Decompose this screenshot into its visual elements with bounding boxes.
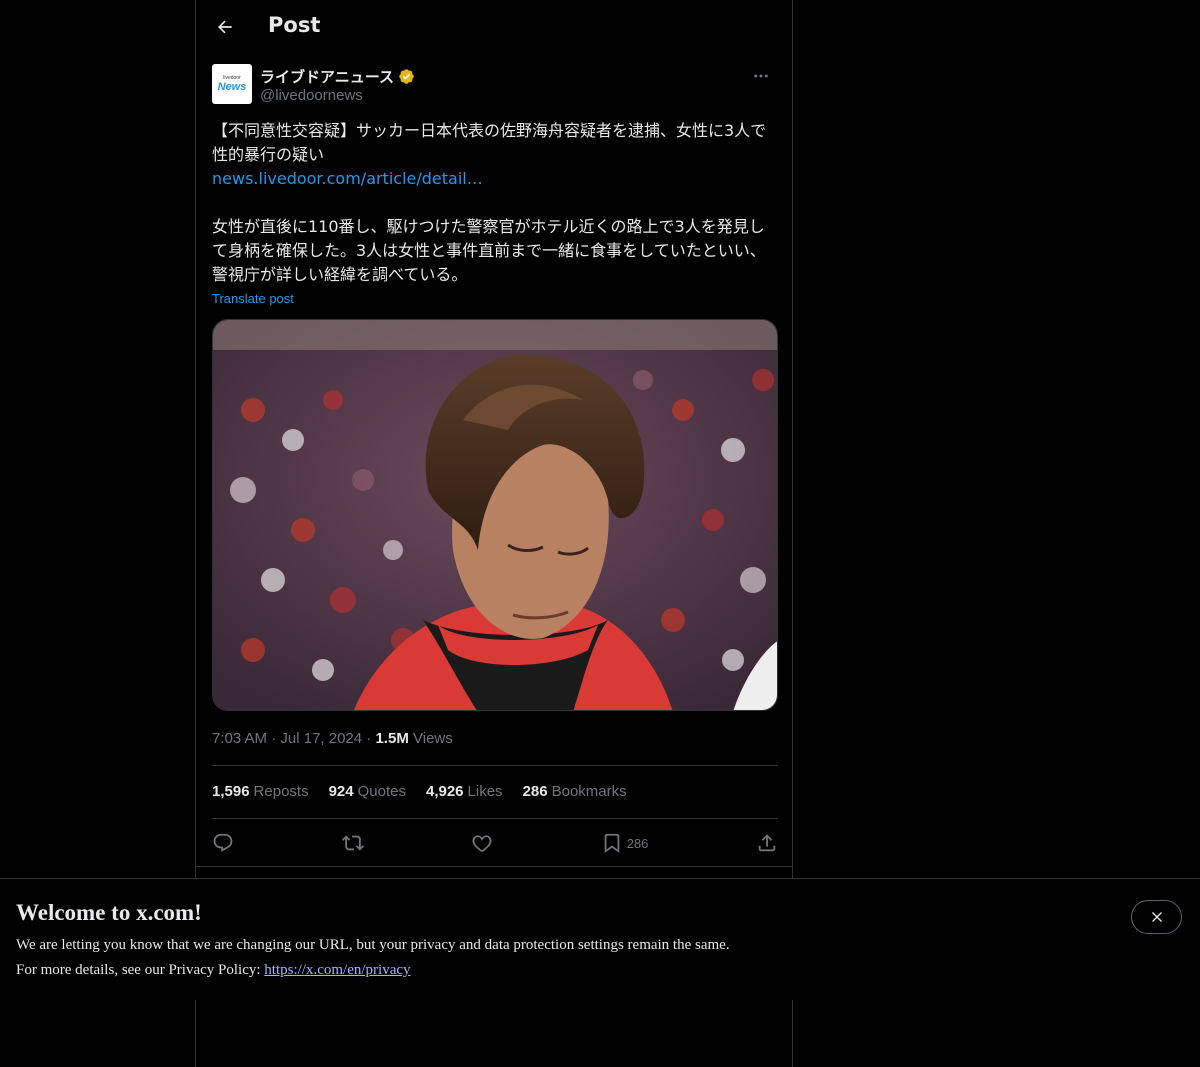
bookmark-icon (604, 833, 620, 854)
reply-button[interactable] (212, 832, 234, 854)
divider (212, 818, 778, 819)
banner-message: We are letting you know that we are chan… (16, 937, 730, 953)
translate-post-link[interactable]: Translate post (212, 291, 294, 306)
bookmark-count: 286 (626, 835, 649, 851)
author-display-name: ライブドアニュース (260, 68, 394, 86)
banner-privacy-note: For more details, see our Privacy Policy… (16, 962, 411, 979)
share-icon (758, 834, 776, 852)
likes-label: Likes (467, 783, 503, 800)
post-text-body: 女性が直後に110番し、駆けつけた警察官がホテル近くの路上で3人を発見して身柄を… (212, 217, 766, 284)
back-arrow-icon (218, 20, 232, 34)
page-header: Post (196, 0, 792, 53)
quotes-stat[interactable]: 924 Quotes (329, 783, 406, 800)
banner-privacy-prefix: For more details, see our Privacy Policy… (16, 962, 265, 978)
privacy-policy-link[interactable]: https://x.com/en/privacy (264, 962, 410, 978)
post-body: 【不同意性交容疑】サッカー日本代表の佐野海舟容疑者を逮捕、女性に3人で性的暴行の… (212, 119, 778, 287)
post-text-headline: 【不同意性交容疑】サッカー日本代表の佐野海舟容疑者を逮捕、女性に3人で性的暴行の… (212, 121, 767, 164)
post-stats: 1,596 Reposts 924 Quotes 4,926 Likes 286 Boo… (212, 783, 627, 800)
share-button[interactable] (756, 832, 778, 854)
likes-stat[interactable]: 4,926 Likes (426, 783, 503, 800)
meta-separator: · (271, 730, 277, 747)
bookmarks-count: 286 (522, 783, 548, 800)
post-image[interactable] (212, 319, 778, 711)
views-label: Views (413, 730, 453, 747)
reposts-stat[interactable]: 1,596 Reposts (212, 783, 309, 800)
reply-icon (213, 833, 233, 852)
close-banner-button[interactable] (1131, 900, 1182, 934)
author-handle[interactable]: @livedoornews (260, 87, 363, 104)
more-icon (754, 74, 768, 78)
verified-badge-icon (399, 69, 414, 84)
welcome-banner: Welcome to x.com! We are letting you kno… (0, 878, 1200, 1000)
bookmarks-stat[interactable]: 286 Bookmarks (523, 783, 627, 800)
divider (212, 765, 778, 766)
likes-count: 4,926 (425, 783, 464, 800)
post-author: livedoor News ライブドアニュース @livedoornews (212, 64, 778, 108)
avatar-logo-bottom: News (217, 81, 247, 93)
repost-button[interactable] (341, 832, 364, 854)
like-icon (472, 835, 492, 853)
quotes-count: 924 (328, 783, 354, 800)
post-date[interactable]: Jul 17, 2024 (280, 730, 362, 747)
meta-separator: · (366, 730, 372, 747)
page-title: Post (268, 13, 321, 37)
bookmark-button[interactable]: 286 (601, 832, 649, 854)
close-icon (1151, 912, 1162, 922)
article-link[interactable]: news.livedoor.com/article/detail… (212, 169, 483, 188)
more-button[interactable] (744, 66, 778, 86)
post-time[interactable]: 7:03 AM (212, 730, 267, 747)
back-button[interactable] (208, 10, 242, 44)
divider (196, 866, 792, 867)
reposts-label: Reposts (253, 783, 309, 800)
repost-icon (341, 835, 364, 851)
quotes-label: Quotes (357, 783, 406, 800)
post-actions: 286 (212, 827, 778, 859)
avatar[interactable]: livedoor News (212, 64, 252, 104)
views-count: 1.5M (375, 730, 409, 747)
post-photo (213, 320, 777, 710)
banner-title: Welcome to x.com! (16, 900, 202, 925)
author-name-link[interactable]: ライブドアニュース (260, 66, 415, 87)
reposts-count: 1,596 (212, 783, 250, 800)
like-button[interactable] (471, 832, 493, 854)
post-meta: 7:03 AM · Jul 17, 2024 · 1.5M Views (212, 730, 453, 747)
bookmarks-label: Bookmarks (551, 783, 627, 800)
